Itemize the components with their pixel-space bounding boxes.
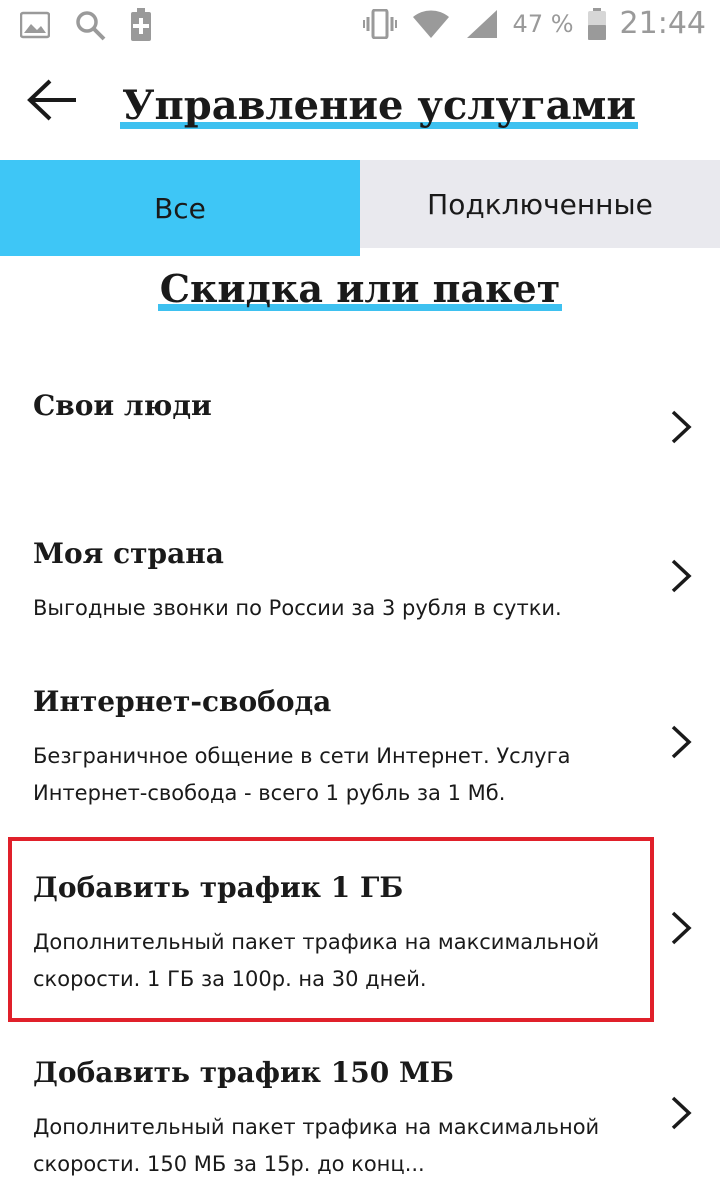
tab-all[interactable]: Все bbox=[0, 160, 360, 256]
chevron-right-icon bbox=[671, 559, 692, 593]
item-title: Добавить трафик 150 МБ bbox=[33, 1056, 454, 1089]
tab-connected-label: Подключенные bbox=[427, 187, 653, 221]
tab-all-label: Все bbox=[154, 191, 206, 225]
back-button[interactable] bbox=[26, 78, 86, 134]
image-icon bbox=[20, 11, 50, 39]
item-description: Выгодные звонки по России за 3 рубля в с… bbox=[33, 596, 562, 620]
item-title: Интернет-свобода bbox=[33, 685, 332, 718]
item-description: Дополнительный пакет трафика на максимал… bbox=[33, 1115, 600, 1176]
item-description: Дополнительный пакет трафика на максимал… bbox=[33, 930, 600, 991]
wifi-icon bbox=[411, 9, 451, 39]
status-bar: 47 % 21:44 bbox=[0, 0, 720, 50]
tab-connected[interactable]: Подключенные bbox=[360, 160, 720, 248]
item-title: Свои люди bbox=[33, 389, 212, 422]
search-icon bbox=[74, 9, 106, 41]
page-title: Управление услугами bbox=[120, 78, 639, 134]
arrow-left-icon bbox=[26, 79, 78, 126]
item-description: Безграничное общение в сети Интернет. Ус… bbox=[33, 744, 571, 805]
chevron-right-icon bbox=[671, 725, 692, 759]
battery-percent: 47 % bbox=[512, 9, 574, 38]
signal-icon bbox=[465, 9, 499, 39]
list-item[interactable]: Добавить трафик 150 МБ Дополнительный па… bbox=[0, 1053, 720, 1184]
item-title: Моя страна bbox=[33, 537, 224, 570]
clock: 21:44 bbox=[619, 6, 706, 41]
list-item[interactable]: Моя страна Выгодные звонки по России за … bbox=[0, 534, 720, 644]
section-title: Скидка или пакет bbox=[0, 262, 720, 316]
tab-bar: Все Подключенные bbox=[0, 160, 720, 256]
item-title: Добавить трафик 1 ГБ bbox=[33, 871, 404, 904]
chevron-right-icon bbox=[671, 1096, 692, 1130]
section-title-text: Скидка или пакет bbox=[157, 266, 563, 311]
battery-icon bbox=[587, 7, 606, 40]
list-item[interactable]: Интернет-свобода Безграничное общение в … bbox=[0, 682, 720, 822]
chevron-right-icon bbox=[671, 410, 692, 444]
chevron-right-icon bbox=[671, 911, 692, 945]
battery-saver-icon bbox=[130, 8, 152, 42]
list-item[interactable]: Добавить трафик 1 ГБ Дополнительный паке… bbox=[0, 868, 720, 1008]
app-header: Управление услугами bbox=[0, 60, 720, 160]
page-title-text: Управление услугами bbox=[120, 82, 639, 129]
vibrate-icon bbox=[362, 8, 397, 39]
list-item[interactable]: Свои люди bbox=[0, 386, 720, 496]
